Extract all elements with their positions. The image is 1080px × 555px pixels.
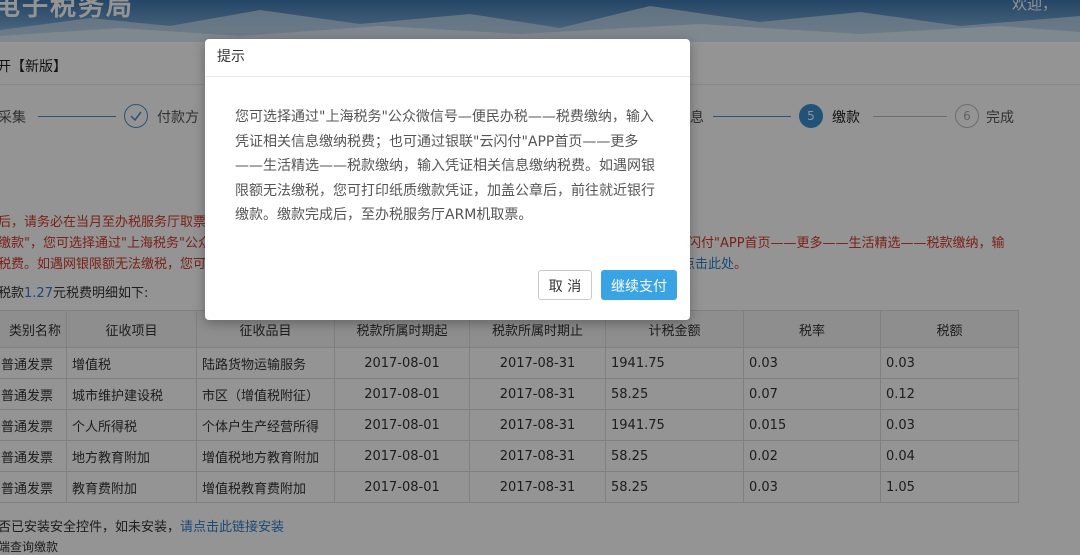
- dialog-message: 您可选择通过"上海税务"公众微信号—便民办税——税费缴纳，输入凭证相关信息缴纳税…: [235, 109, 655, 223]
- cancel-button[interactable]: 取 消: [538, 270, 592, 300]
- tip-dialog: 提示 您可选择通过"上海税务"公众微信号—便民办税——税费缴纳，输入凭证相关信息…: [205, 39, 690, 320]
- dialog-title: 提示: [205, 39, 690, 77]
- continue-payment-button[interactable]: 继续支付: [601, 270, 677, 300]
